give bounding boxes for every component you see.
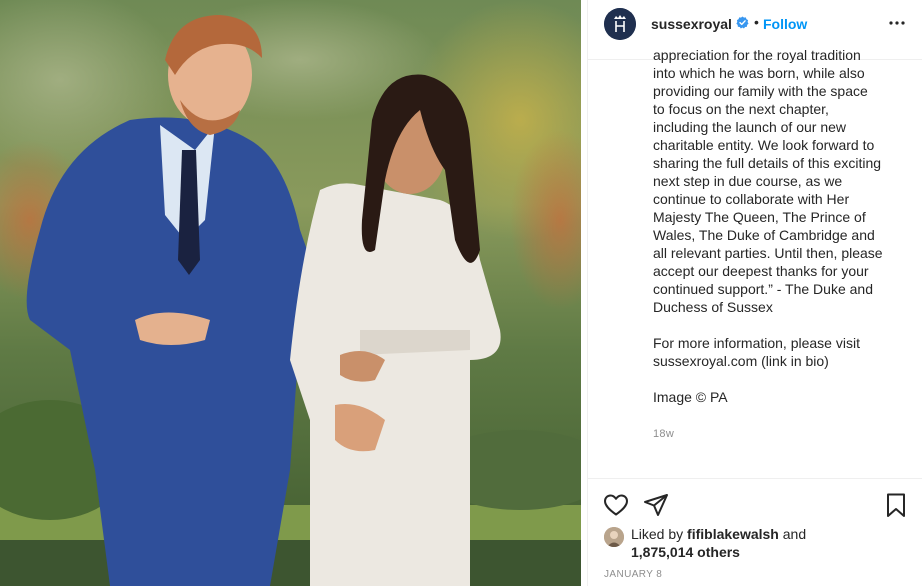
verified-badge-icon [736, 16, 749, 29]
caption-line: Wales, The Duke of Cambridge and [653, 227, 875, 243]
caption-line: charitable entity. We look forward to [653, 137, 875, 153]
profile-avatar[interactable] [604, 8, 636, 40]
bookmark-icon[interactable] [882, 491, 910, 519]
paper-plane-icon[interactable] [642, 491, 670, 519]
caption-line: sharing the full details of this excitin… [653, 155, 882, 171]
liker-avatar[interactable] [604, 527, 624, 547]
caption-line: continued support.” - The Duke and [653, 281, 873, 297]
info-link-line[interactable]: sussexroyal.com (link in bio) [653, 352, 913, 370]
caption-line: appreciation for the royal tradition [653, 47, 861, 63]
more-options-icon[interactable] [888, 14, 906, 32]
post-sidebar: sussexroyal • Follow appreciation for th… [587, 0, 922, 586]
liker-photo-icon [604, 527, 624, 547]
likes-count-link[interactable]: 1,875,014 others [631, 543, 740, 561]
royal-monogram-icon [604, 8, 636, 40]
liked-by-prefix: Liked by [631, 526, 684, 542]
caption-line: accept our deepest thanks for your [653, 263, 869, 279]
post-photo[interactable] [0, 0, 581, 586]
post-header: sussexroyal • Follow [588, 0, 922, 48]
time-ago[interactable]: 18w [653, 428, 674, 440]
caption-line: Duchess of Sussex [653, 299, 773, 315]
caption-line: next step in due course, as we [653, 173, 843, 189]
image-credit: Image © PA [653, 389, 728, 405]
liked-by-user-link[interactable]: fifiblakewalsh [687, 526, 779, 542]
likes-section: Liked by fifiblakewalsh and 1,875,014 ot… [604, 525, 914, 561]
heart-icon[interactable] [602, 491, 630, 519]
follow-button[interactable]: Follow [763, 16, 807, 32]
caption-scroll-area[interactable]: appreciation for the royal tradition int… [653, 46, 913, 479]
caption-line: all relevant parties. Until then, please [653, 245, 883, 261]
actions-divider [588, 478, 922, 479]
caption-line: providing our family with the space [653, 83, 868, 99]
post-date[interactable]: JANUARY 8 [604, 569, 662, 580]
couple-photo-illustration [0, 0, 581, 586]
username-link[interactable]: sussexroyal [651, 16, 732, 32]
action-bar [588, 487, 922, 523]
caption-line: Majesty The Queen, The Prince of [653, 209, 866, 225]
caption-line: continue to collaborate with Her [653, 191, 850, 207]
caption-line: to focus on the next chapter, [653, 101, 829, 117]
caption-line: including the launch of our new [653, 119, 847, 135]
caption-text: appreciation for the royal tradition int… [653, 46, 913, 406]
caption-line: into which he was born, while also [653, 65, 865, 81]
liked-by-suffix: and [782, 526, 807, 542]
liked-by-text: Liked by fifiblakewalsh and [631, 525, 806, 543]
info-line: For more information, please visit [653, 335, 860, 351]
header-separator: • [754, 14, 759, 30]
